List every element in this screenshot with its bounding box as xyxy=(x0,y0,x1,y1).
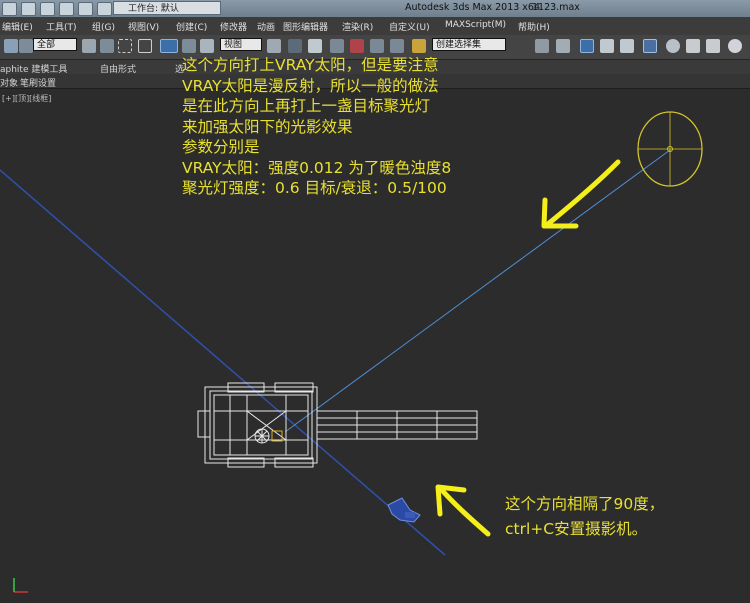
camera-direction-line xyxy=(0,169,446,556)
annotation-bottom-line: 这个方向相隔了90度， xyxy=(505,495,665,513)
vray-sun-gizmo[interactable] xyxy=(637,111,703,187)
arrow-top-right xyxy=(545,159,621,227)
annotation-top-line: 来加强太阳下的光影效果 xyxy=(182,117,353,136)
annotation-top-line: VRAY太阳：强度0.012 为了暖色浊度8 xyxy=(182,158,452,177)
annotation-bottom-line: ctrl+C安置摄影机。 xyxy=(505,520,648,538)
axis-tripod-icon xyxy=(13,578,28,593)
annotation-top-line: 聚光灯强度：0.6 目标/衰退：0.5/100 xyxy=(182,179,447,197)
annotation-top-line: 是在此方向上再打上一盏目标聚光灯 xyxy=(182,97,431,115)
annotation-bottom: 这个方向相隔了90度， ctrl+C安置摄影机。 xyxy=(505,492,664,542)
arrow-bottom xyxy=(437,485,491,537)
annotation-top-line: VRAY太阳是漫反射，所以一般的做法 xyxy=(182,76,439,95)
annotation-top-line: 这个方向打上VRAY太阳，但是要注意 xyxy=(182,56,439,74)
camera-icon[interactable] xyxy=(387,497,421,523)
annotation-top-line: 参数分别是 xyxy=(182,138,260,156)
annotation-top: 这个方向打上VRAY太阳，但是要注意 VRAY太阳是漫反射，所以一般的做法 是在… xyxy=(182,55,451,199)
building-wireframe[interactable] xyxy=(197,382,478,468)
